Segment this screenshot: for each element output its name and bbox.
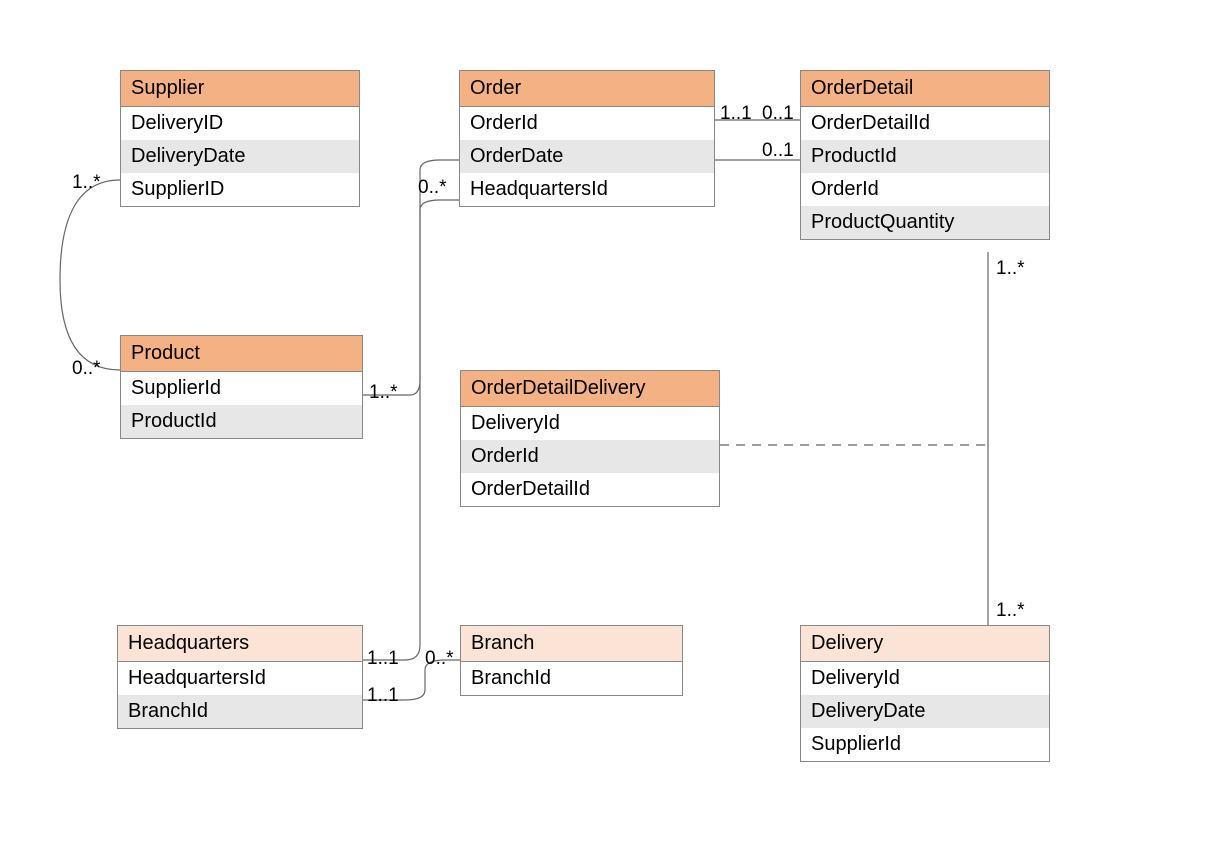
entity-supplier-header: Supplier xyxy=(121,71,359,107)
mult-orderdetail-2: 0..1 xyxy=(762,140,794,162)
mult-orderdetail-1: 0..1 xyxy=(762,103,794,125)
mult-hq-branch-right: 0..* xyxy=(425,648,454,670)
entity-branch-row-0: BranchId xyxy=(461,662,682,695)
entity-branch: Branch BranchId xyxy=(460,625,683,696)
entity-order-row-0: OrderId xyxy=(460,107,714,140)
entity-orderdetaildelivery-header: OrderDetailDelivery xyxy=(461,371,719,407)
mult-od-deliv-top: 1..* xyxy=(996,258,1025,280)
entity-orderdetail: OrderDetail OrderDetailId ProductId Orde… xyxy=(800,70,1050,240)
entity-headquarters: Headquarters HeadquartersId BranchId xyxy=(117,625,363,729)
entity-supplier-row-1: DeliveryDate xyxy=(121,140,359,173)
entity-supplier: Supplier DeliveryID DeliveryDate Supplie… xyxy=(120,70,360,207)
mult-hq-order: 1..1 xyxy=(367,648,399,670)
entity-order-row-2: HeadquartersId xyxy=(460,173,714,206)
entity-orderdetail-row-1: ProductId xyxy=(801,140,1049,173)
entity-supplier-row-2: SupplierID xyxy=(121,173,359,206)
entity-product-row-1: ProductId xyxy=(121,405,362,438)
entity-orderdetail-header: OrderDetail xyxy=(801,71,1049,107)
entity-branch-header: Branch xyxy=(461,626,682,662)
entity-order-row-1: OrderDate xyxy=(460,140,714,173)
mult-supplier-top: 1..* xyxy=(72,172,101,194)
mult-product-right: 1..* xyxy=(369,382,398,404)
mult-hq-branch-left: 1..1 xyxy=(367,685,399,707)
entity-orderdetaildelivery-row-1: OrderId xyxy=(461,440,719,473)
entity-headquarters-row-0: HeadquartersId xyxy=(118,662,362,695)
entity-product-row-0: SupplierId xyxy=(121,372,362,405)
entity-delivery: Delivery DeliveryId DeliveryDate Supplie… xyxy=(800,625,1050,762)
mult-od-deliv-bottom: 1..* xyxy=(996,600,1025,622)
entity-order-header: Order xyxy=(460,71,714,107)
mult-product-path-top: 0..* xyxy=(418,177,447,199)
entity-order: Order OrderId OrderDate HeadquartersId xyxy=(459,70,715,207)
entity-headquarters-row-1: BranchId xyxy=(118,695,362,728)
entity-delivery-header: Delivery xyxy=(801,626,1049,662)
entity-orderdetaildelivery-row-2: OrderDetailId xyxy=(461,473,719,506)
entity-orderdetail-row-2: OrderId xyxy=(801,173,1049,206)
entity-product-header: Product xyxy=(121,336,362,372)
entity-orderdetaildelivery: OrderDetailDelivery DeliveryId OrderId O… xyxy=(460,370,720,507)
entity-product: Product SupplierId ProductId xyxy=(120,335,363,439)
entity-headquarters-header: Headquarters xyxy=(118,626,362,662)
entity-orderdetaildelivery-row-0: DeliveryId xyxy=(461,407,719,440)
entity-orderdetail-row-0: OrderDetailId xyxy=(801,107,1049,140)
entity-delivery-row-0: DeliveryId xyxy=(801,662,1049,695)
mult-order-right: 1..1 xyxy=(720,103,752,125)
mult-supplier-bottom: 0..* xyxy=(72,358,101,380)
entity-supplier-row-0: DeliveryID xyxy=(121,107,359,140)
entity-delivery-row-1: DeliveryDate xyxy=(801,695,1049,728)
entity-orderdetail-row-3: ProductQuantity xyxy=(801,206,1049,239)
entity-delivery-row-2: SupplierId xyxy=(801,728,1049,761)
